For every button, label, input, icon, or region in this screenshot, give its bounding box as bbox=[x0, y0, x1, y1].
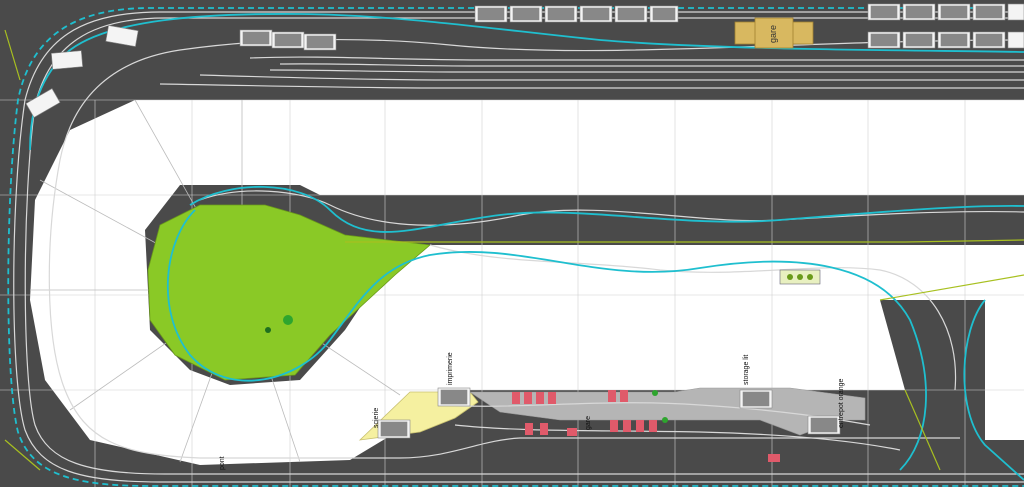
scierie-label: scierie bbox=[373, 408, 380, 428]
locomotive bbox=[779, 269, 821, 285]
track-plan: gare imprimerie scierie storage lit entr… bbox=[0, 0, 1024, 487]
tree-icon bbox=[265, 327, 271, 333]
storage-label: storage lit bbox=[743, 355, 750, 385]
tree-icon bbox=[652, 390, 658, 396]
gare-building: gare bbox=[734, 17, 814, 49]
gare-small-label: gare bbox=[585, 416, 592, 430]
pont-label: pont bbox=[219, 456, 226, 470]
gare-label: gare bbox=[768, 25, 778, 43]
tree-icon bbox=[283, 315, 293, 325]
imprimerie-label: imprimerie bbox=[447, 352, 454, 385]
entrepot-label: entrepot orange bbox=[838, 378, 845, 428]
tree-icon bbox=[662, 417, 668, 423]
